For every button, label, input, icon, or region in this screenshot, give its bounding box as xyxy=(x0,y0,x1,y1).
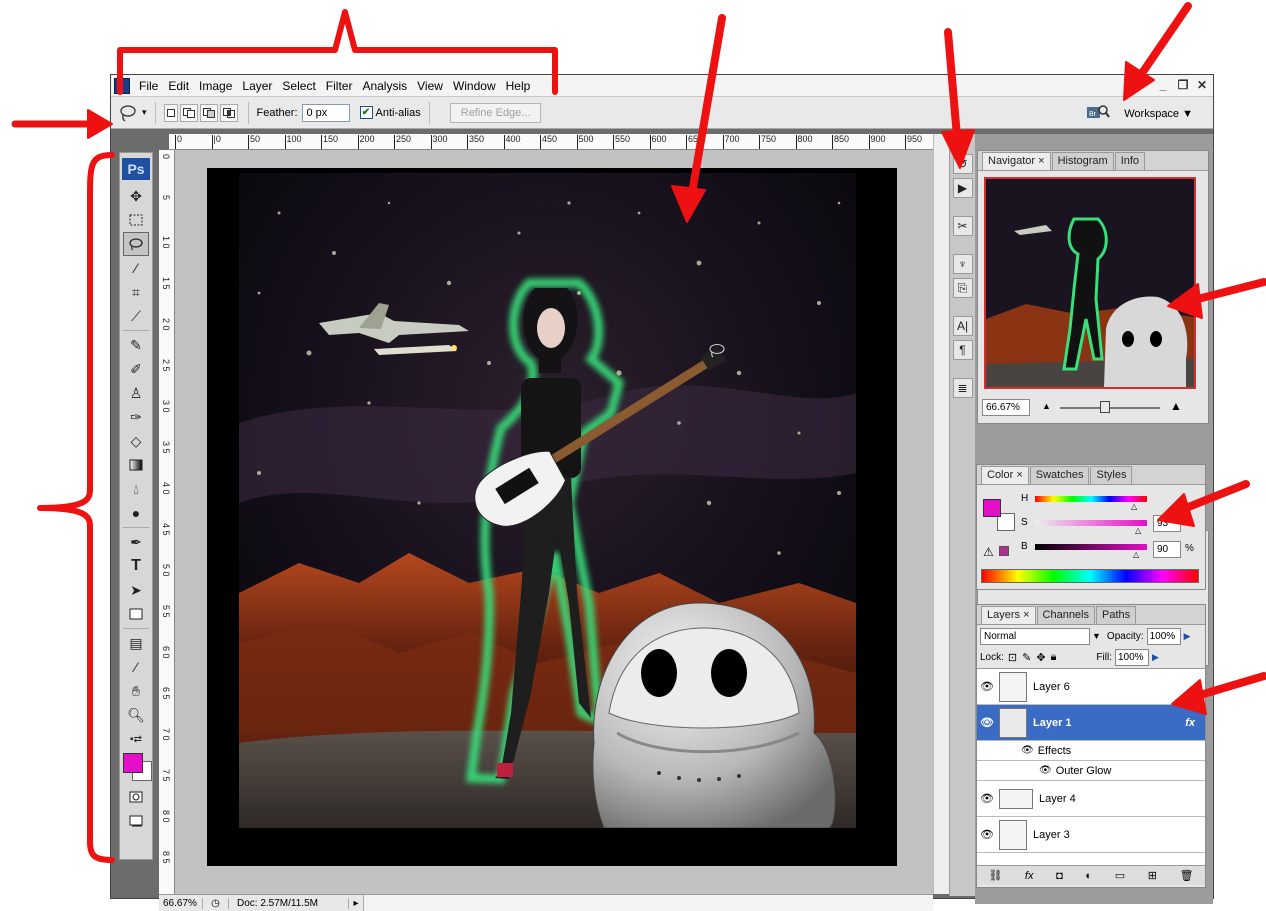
annotation-overlay xyxy=(11,2,1266,863)
doc-size: Doc: 2.57M/11.5M xyxy=(229,897,349,909)
layers-arrow-head xyxy=(1171,679,1207,715)
navigator-arrow-head xyxy=(1167,283,1203,319)
color-arrow-head xyxy=(1157,493,1195,527)
tools-bracket-annotation xyxy=(37,152,115,863)
menu-bracket-annotation xyxy=(117,9,558,95)
canvas-arrow-annotation xyxy=(686,14,726,209)
workspace-arrow-annotation xyxy=(1132,2,1192,86)
status-menu-arrow-icon[interactable]: ▸ xyxy=(349,898,363,909)
options-arrow-head xyxy=(87,109,113,139)
clock-icon[interactable]: ◷ xyxy=(203,897,229,909)
status-zoom[interactable]: 66.67% xyxy=(159,897,203,909)
dock-arrow-head xyxy=(941,129,975,169)
canvas-arrow-head xyxy=(671,185,706,223)
